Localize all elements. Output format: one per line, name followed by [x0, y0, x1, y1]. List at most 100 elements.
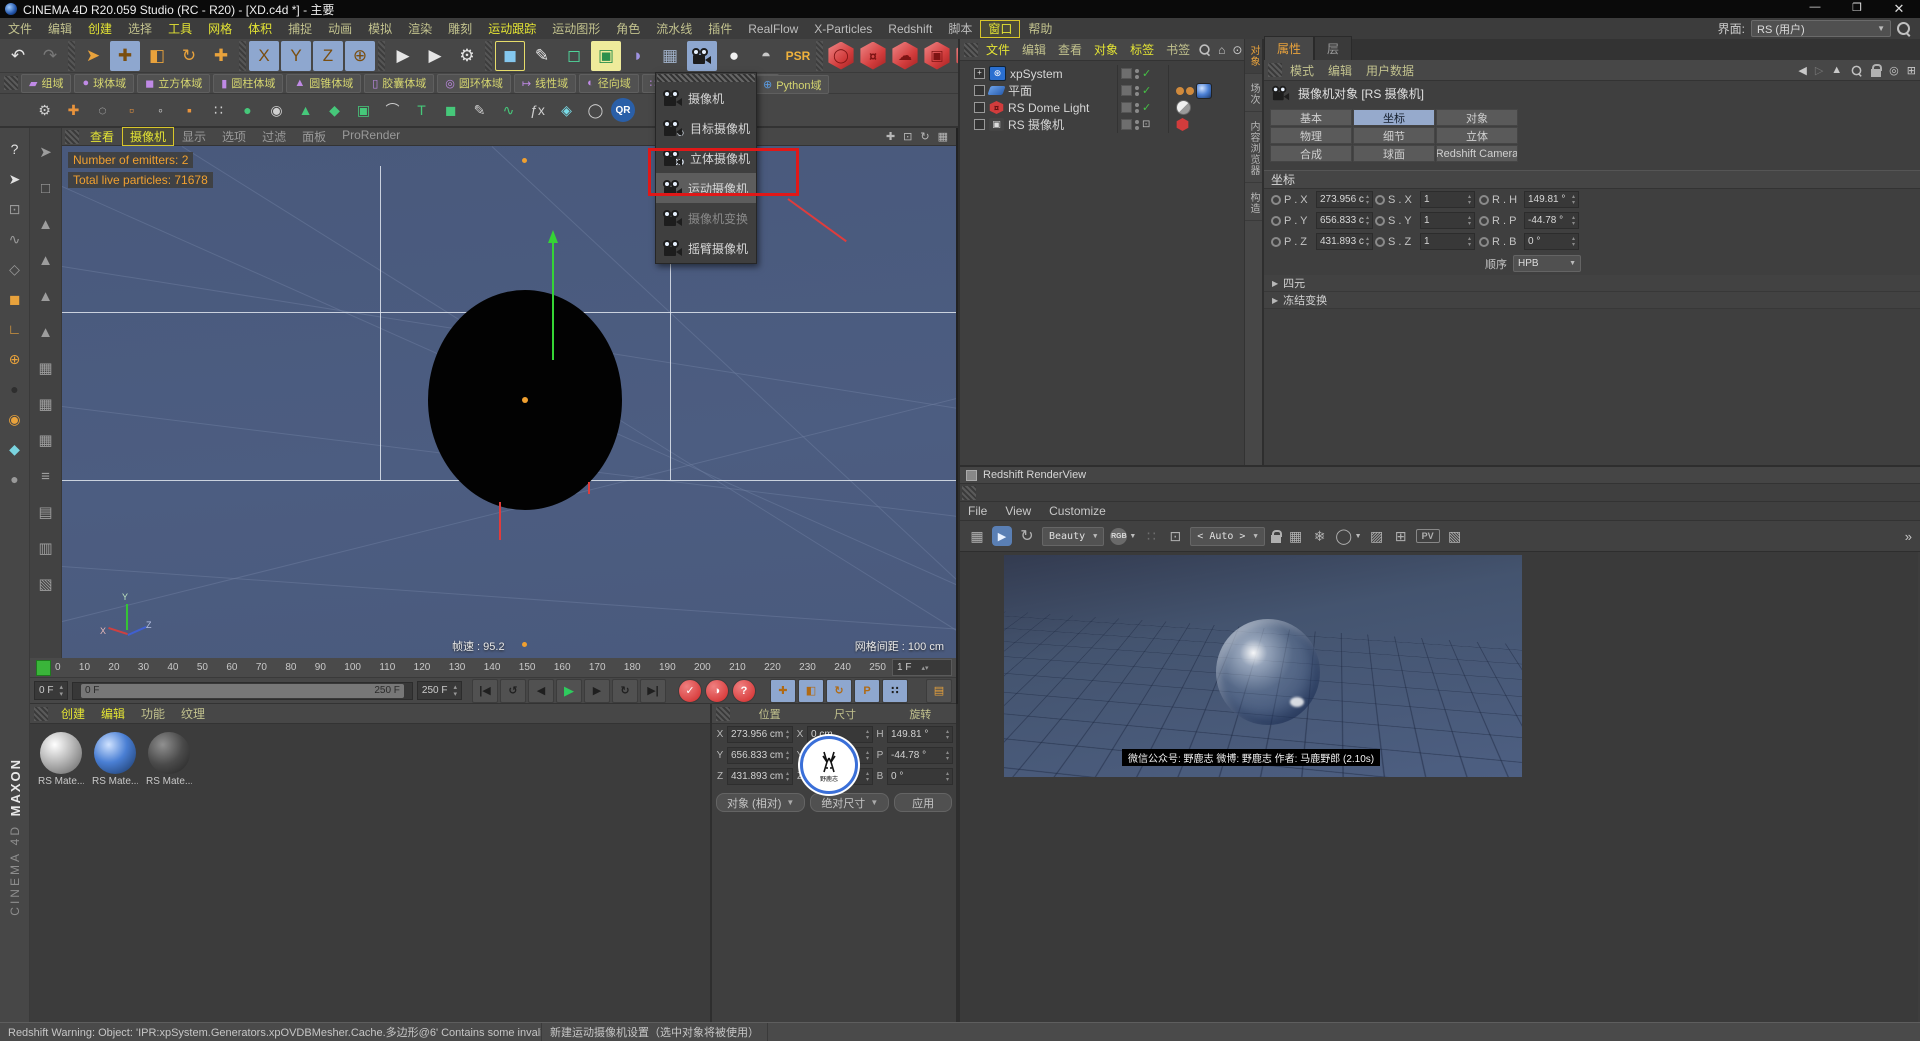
image-add-icon[interactable]: ⊞ [1392, 528, 1410, 545]
viewport-canvas[interactable]: Number of emitters: 2 Total live particl… [62, 146, 956, 658]
autokey-toggle[interactable]: ✚ [770, 679, 796, 703]
mode-button[interactable]: ◼ [3, 284, 27, 314]
image-icon[interactable]: ▨ [1368, 528, 1386, 545]
transport-button[interactable]: ◀ [528, 679, 554, 703]
toolbar-icon[interactable]: ◦ [147, 97, 174, 124]
search-icon[interactable] [1897, 22, 1910, 35]
toolbar-icon[interactable]: ▫ [118, 97, 145, 124]
transport-button[interactable]: ↺ [500, 679, 526, 703]
keyframe-ring[interactable] [1271, 237, 1281, 247]
material-preview-sphere[interactable] [148, 732, 190, 774]
s-field[interactable]: 1▴▾ [1420, 191, 1475, 208]
search-icon[interactable] [1852, 65, 1862, 75]
toolbar-icon[interactable]: ∷ [205, 97, 232, 124]
toolbar-button[interactable]: Y [281, 41, 311, 71]
current-frame-marker[interactable] [36, 660, 51, 676]
expand-toggle[interactable] [974, 102, 985, 113]
menu-tearoff-strip[interactable] [657, 74, 755, 82]
object-name[interactable]: RS 摄像机 [1008, 116, 1113, 133]
toolbar-button[interactable]: ▶ [388, 41, 418, 71]
viewport-nav-icon[interactable]: ⊡ [903, 130, 912, 143]
visibility-dots[interactable] [1135, 69, 1139, 79]
rotation-field[interactable]: -44.78 °▴▾ [887, 747, 953, 764]
menu-item[interactable]: 工具 [160, 20, 200, 38]
transport-button[interactable]: ↻ [612, 679, 638, 703]
tab-layers[interactable]: 层 [1314, 36, 1352, 60]
collapsible-section[interactable]: ▶冻结变换 [1264, 292, 1920, 309]
toolbar-button[interactable]: ▶ [420, 41, 450, 71]
render-canvas[interactable]: 微信公众号: 野鹿志 微博: 野鹿志 作者: 马鹿野郎 (2.10s) [960, 552, 1918, 1023]
rv-menu-file[interactable]: File [960, 503, 995, 519]
rotation-field[interactable]: 149.81 °▴▾ [887, 726, 953, 743]
menu-item[interactable]: 网格 [200, 20, 240, 38]
attribute-tab-button[interactable]: 坐标 [1353, 109, 1435, 126]
material-name[interactable]: RS Mate... [146, 776, 192, 787]
s-field[interactable]: 1▴▾ [1420, 233, 1475, 250]
render-play-button[interactable]: ▶ [992, 526, 1012, 546]
attribute-tab-button[interactable]: 合成 [1270, 145, 1352, 162]
object-tags[interactable] [1173, 83, 1246, 99]
close-button[interactable]: ✕ [1878, 1, 1920, 17]
attribute-tab-button[interactable]: 细节 [1353, 127, 1435, 144]
material-menu-item[interactable]: 编辑 [93, 703, 133, 724]
material-item[interactable]: RS Mate... [92, 732, 138, 787]
coordinates-section-header[interactable]: 坐标 [1264, 170, 1920, 189]
palette-button[interactable]: ▦ [33, 350, 59, 386]
viewport-menu-item[interactable]: 过滤 [254, 127, 294, 146]
toolbar-icon[interactable]: ● [234, 97, 261, 124]
r-field[interactable]: 149.81 °▴▾ [1524, 191, 1579, 208]
toolbar-button[interactable]: ◓ [751, 41, 781, 71]
field-button[interactable]: ↦ 线性域 [514, 74, 576, 93]
attr-menu-edit[interactable]: 编辑 [1322, 61, 1358, 80]
toolbar-icon[interactable]: ◯ [582, 97, 609, 124]
object-tag[interactable] [1176, 100, 1191, 115]
menu-item[interactable]: 角色 [608, 20, 648, 38]
minimize-button[interactable]: — [1794, 1, 1836, 17]
rv-menu-customize[interactable]: Customize [1041, 503, 1114, 519]
mode-button[interactable]: ◇ [3, 254, 27, 284]
attr-menu-userdata[interactable]: 用户数据 [1360, 61, 1420, 80]
position-field[interactable]: 431.893 cm▴▾ [727, 768, 793, 785]
overflow-chevrons[interactable]: » [1905, 529, 1912, 544]
attribute-tab-button[interactable]: 对象 [1436, 109, 1518, 126]
vertical-tab[interactable]: 场次 [1245, 77, 1262, 112]
position-field[interactable]: 656.833 cm▴▾ [727, 747, 793, 764]
copy-page-icon[interactable]: ▧ [1446, 528, 1464, 545]
new-panel-icon[interactable]: ⊞ [1907, 64, 1916, 77]
toolbar-icon[interactable]: ⚙ [31, 97, 58, 124]
position-field[interactable]: 273.956 cm▴▾ [727, 726, 793, 743]
keyframe-ring[interactable] [1479, 237, 1489, 247]
toolbar-icon[interactable]: ⌒ [379, 97, 406, 124]
toolbar-button[interactable]: ↷ [35, 41, 65, 71]
coords-grip[interactable] [716, 707, 730, 721]
autokey-toggle[interactable]: ◧ [798, 679, 824, 703]
object-tag[interactable] [1196, 83, 1212, 99]
viewport-menu-item[interactable]: 查看 [82, 127, 122, 146]
palette-button[interactable]: ▲ [33, 314, 59, 350]
y-axis-handle[interactable] [552, 242, 554, 360]
autokey-toggle[interactable]: P [854, 679, 880, 703]
material-preview-sphere[interactable] [40, 732, 82, 774]
mode-button[interactable]: ◉ [3, 404, 27, 434]
vertical-tab[interactable]: 内容浏览器 [1245, 115, 1262, 183]
toolbar-grip[interactable] [4, 76, 18, 90]
forward-icon[interactable]: ▷ [1815, 64, 1823, 77]
layer-chip[interactable] [1121, 102, 1132, 113]
toolbar-button[interactable]: PSR [783, 41, 813, 71]
toolbar-button[interactable]: X [249, 41, 279, 71]
frame-increment-field[interactable]: 1 F▴▾ [892, 659, 952, 676]
refresh-icon[interactable]: ↻ [1018, 526, 1036, 546]
enable-checkbox[interactable]: ✓ [1142, 101, 1151, 114]
menu-item[interactable]: 脚本 [940, 20, 980, 38]
material-menu-item[interactable]: 纹理 [173, 703, 213, 724]
attribute-tab-button[interactable]: 物理 [1270, 127, 1352, 144]
viewport-menu-item[interactable]: 摄像机 [122, 127, 174, 146]
menu-item[interactable]: 插件 [700, 20, 740, 38]
end-frame-field[interactable]: 250 F▴▾ [417, 681, 462, 700]
mode-button[interactable]: ∟ [3, 314, 27, 344]
rotation-field[interactable]: 0 °▴▾ [887, 768, 953, 785]
keyframe-ring[interactable] [1271, 195, 1281, 205]
p-field[interactable]: 431.893 c▴▾ [1316, 233, 1373, 250]
menu-item[interactable]: 运动跟踪 [480, 20, 544, 38]
attribute-tab-button[interactable]: 球面 [1353, 145, 1435, 162]
